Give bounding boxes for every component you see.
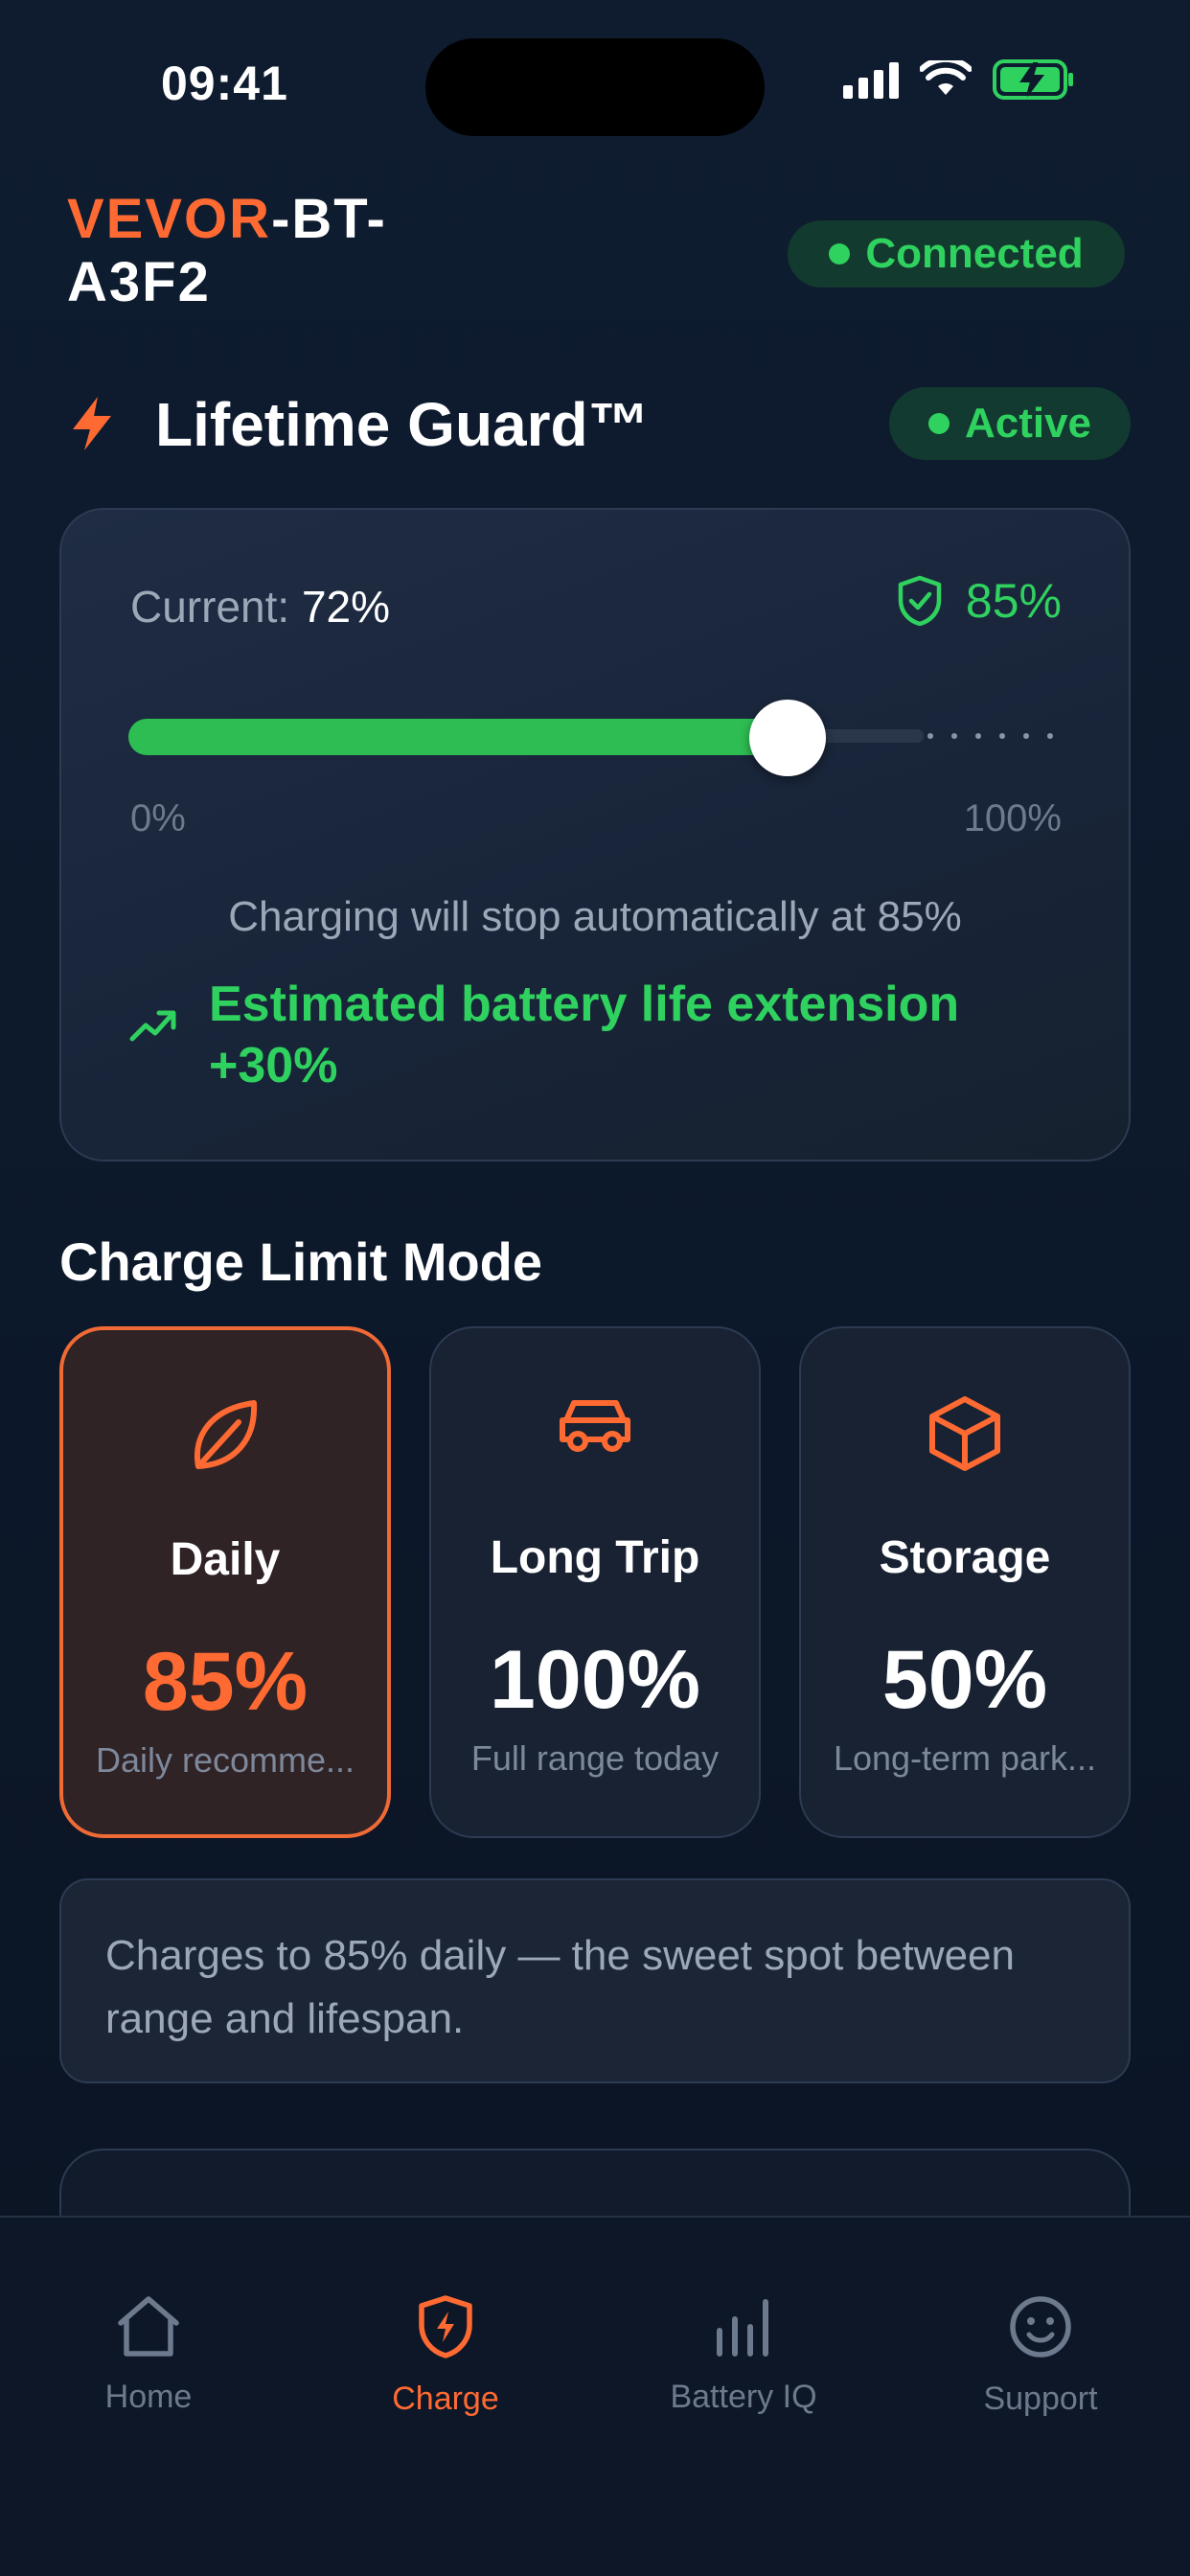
target-value: 85% bbox=[965, 574, 1062, 628]
slider-thumb[interactable] bbox=[749, 700, 826, 776]
dynamic-island bbox=[425, 38, 765, 136]
home-icon bbox=[118, 2296, 179, 2357]
tab-support[interactable]: Support bbox=[916, 2294, 1165, 2418]
brand-name: VEVOR bbox=[67, 188, 272, 250]
life-extension-text: Estimated battery life extension +30% bbox=[209, 977, 960, 1093]
tab-bar: Home Charge Battery IQ Support bbox=[0, 2216, 1190, 2576]
bolt-icon bbox=[73, 397, 111, 450]
device-name: VEVOR-BT-A3F2 bbox=[67, 188, 450, 314]
current-label: Current: bbox=[130, 582, 290, 632]
mode-description: Charges to 85% daily — the sweet spot be… bbox=[105, 1932, 1015, 2042]
trending-up-icon bbox=[129, 1010, 176, 1042]
mode-description-card: Charges to 85% daily — the sweet spot be… bbox=[59, 1878, 1131, 2083]
slider-min-label: 0% bbox=[130, 797, 186, 840]
mode-percent: 100% bbox=[490, 1634, 700, 1726]
guard-status-label: Active bbox=[964, 400, 1092, 447]
status-time: 09:41 bbox=[161, 57, 288, 110]
mode-subtitle: Daily recomme... bbox=[95, 1740, 355, 1780]
connection-status-badge[interactable]: Connected bbox=[788, 220, 1125, 288]
mode-card-storage[interactable]: Storage 50% Long-term park... bbox=[799, 1326, 1131, 1838]
mode-name: Storage bbox=[879, 1532, 1051, 1583]
status-icons bbox=[843, 59, 1075, 100]
mode-percent: 50% bbox=[881, 1634, 1048, 1726]
car-icon bbox=[560, 1400, 630, 1452]
lifetime-guard-card: Current: 72% 85% 0% 100% Charging will s… bbox=[59, 508, 1131, 1162]
connection-status-label: Connected bbox=[865, 230, 1084, 277]
smile-icon bbox=[1010, 2296, 1071, 2358]
charge-limit-slider[interactable] bbox=[128, 700, 1053, 776]
current-charge: Current: 72% bbox=[130, 581, 390, 632]
battery-charging-icon bbox=[993, 59, 1073, 100]
tab-label: Battery IQ bbox=[670, 2379, 817, 2415]
wifi-icon bbox=[920, 60, 972, 95]
shield-check-icon bbox=[898, 575, 942, 627]
tab-label: Support bbox=[983, 2380, 1098, 2417]
charge-limit-mode-title: Charge Limit Mode bbox=[59, 1231, 543, 1292]
cellular-signal-icon bbox=[843, 60, 899, 99]
tab-home[interactable]: Home bbox=[24, 2294, 273, 2416]
slider-remaining-dots bbox=[927, 733, 1053, 739]
box-icon bbox=[929, 1396, 1000, 1471]
mode-name: Daily bbox=[170, 1534, 281, 1585]
connected-dot-icon bbox=[829, 243, 851, 264]
tab-charge[interactable]: Charge bbox=[321, 2294, 570, 2418]
guard-status-badge: Active bbox=[889, 387, 1131, 460]
bar-chart-icon bbox=[717, 2299, 768, 2357]
shield-bolt-icon bbox=[419, 2295, 472, 2358]
slider-fill bbox=[128, 719, 788, 755]
leaf-icon bbox=[195, 1400, 258, 1469]
mode-card-daily[interactable]: Daily 85% Daily recomme... bbox=[59, 1326, 391, 1838]
mode-name: Long Trip bbox=[490, 1532, 700, 1583]
tab-label: Home bbox=[104, 2379, 193, 2415]
target-limit: 85% bbox=[897, 573, 1062, 629]
current-value: 72% bbox=[301, 582, 391, 632]
tab-label: Charge bbox=[392, 2380, 499, 2417]
auto-stop-text: Charging will stop automatically at 85% bbox=[228, 893, 962, 940]
mode-subtitle: Long-term park... bbox=[833, 1738, 1097, 1778]
active-dot-icon bbox=[927, 413, 950, 434]
lifetime-guard-title: Lifetime Guard™ bbox=[155, 390, 650, 459]
mode-card-long-trip[interactable]: Long Trip 100% Full range today bbox=[429, 1326, 761, 1838]
mode-percent: 85% bbox=[142, 1636, 309, 1728]
slider-max-label: 100% bbox=[963, 797, 1062, 840]
tab-battery-iq[interactable]: Battery IQ bbox=[619, 2294, 868, 2416]
mode-subtitle: Full range today bbox=[470, 1738, 720, 1778]
